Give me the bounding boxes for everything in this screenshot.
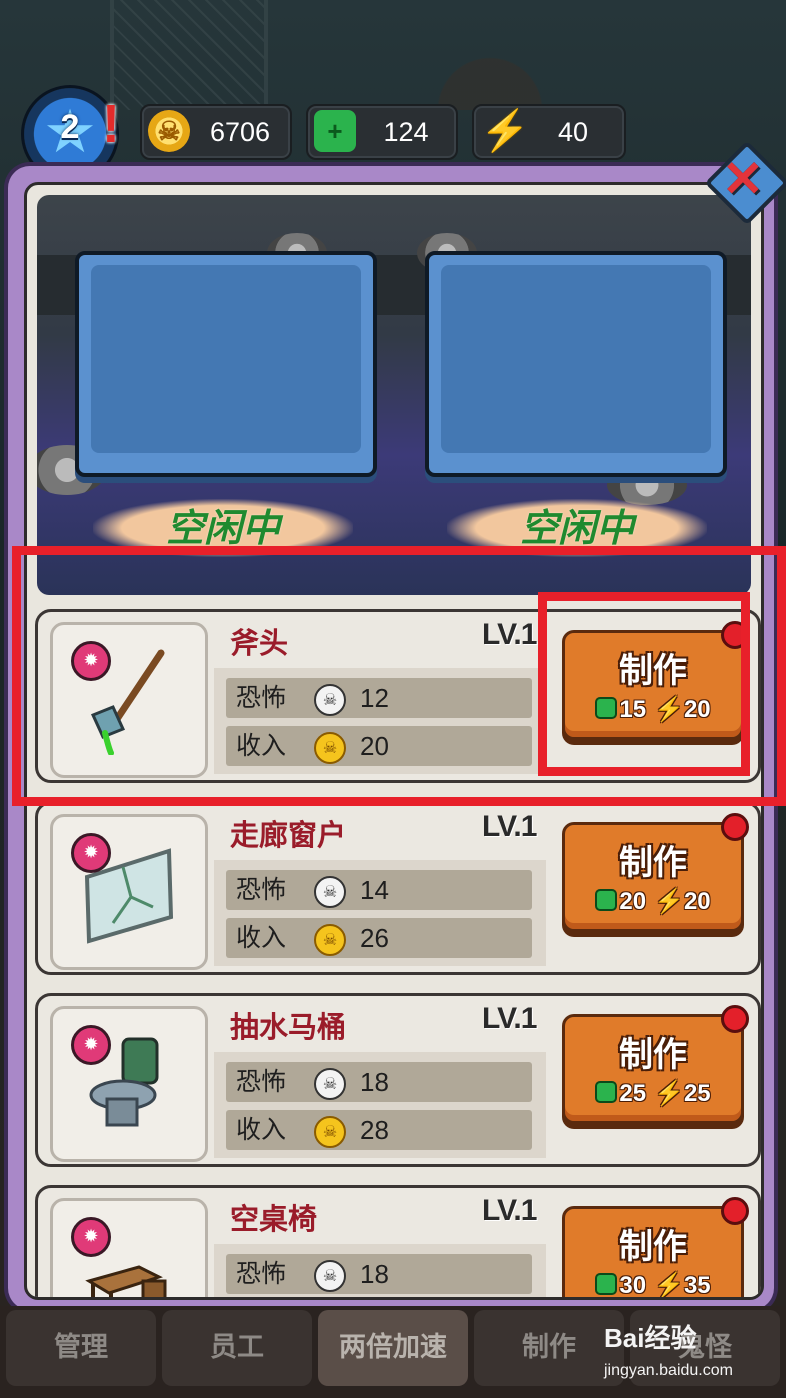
coin-icon: ☠	[314, 1116, 346, 1148]
craft-button-label: 制作	[619, 843, 687, 883]
energy-cost: 20	[683, 888, 711, 915]
craft-slot-2[interactable]	[425, 251, 727, 477]
tab-manage[interactable]: 管理	[6, 1310, 156, 1386]
lightning-icon: ⚡	[654, 1080, 684, 1107]
fear-stat: 恐怖 ☠ 18	[226, 1254, 532, 1294]
bug-badge-icon: ✹	[71, 1217, 111, 1257]
item-level: LV.1	[482, 1194, 537, 1227]
close-button[interactable]: ✕	[704, 140, 786, 226]
skull-icon: ☠	[314, 876, 346, 908]
gem-icon	[595, 1081, 618, 1103]
gem-icon	[595, 1273, 618, 1295]
fear-label: 恐怖	[236, 1067, 287, 1096]
dead-tree	[360, 0, 620, 110]
coin-counter[interactable]: ☠ 6706	[140, 104, 292, 160]
tab-double-speed[interactable]: 两倍加速	[318, 1310, 468, 1386]
lightning-icon: ⚡	[480, 109, 530, 153]
item-thumbnail[interactable]: ✹	[50, 1006, 208, 1162]
baidu-watermark: Bai经验 jingyan.baidu.com	[600, 1318, 786, 1392]
craft-slot-1[interactable]	[75, 251, 377, 477]
gem-plus-icon: +	[314, 110, 356, 152]
fear-value: 18	[360, 1067, 389, 1097]
item-row-desk-chair: ✹ 空桌椅 LV.1 恐怖 ☠ 18 制作 30 ⚡35	[35, 1185, 761, 1299]
income-stat: 收入 ☠ 28	[226, 1110, 532, 1150]
income-label: 收入	[236, 1115, 287, 1144]
craft-button-label: 制作	[619, 1227, 687, 1267]
lightning-icon: ⚡	[654, 888, 684, 915]
energy-cost: 35	[683, 1272, 711, 1299]
item-row-window: ✹ 走廊窗户 LV.1 恐怖 ☠ 14 收入 ☠ 26 制作 20 ⚡20	[35, 801, 761, 975]
income-value: 28	[360, 1115, 389, 1145]
alert-icon: !	[102, 94, 120, 154]
watermark-brand: Bai经验	[604, 1323, 697, 1353]
close-icon: ✕	[722, 151, 764, 207]
bug-badge-icon: ✹	[71, 833, 111, 873]
bug-badge-icon: ✹	[71, 641, 111, 681]
gem-icon	[595, 889, 618, 911]
craft-slot-screen	[91, 265, 361, 453]
income-label: 收入	[236, 923, 287, 952]
coin-value: 6706	[209, 117, 271, 147]
workshop-scene: 空闲中 空闲中	[37, 195, 751, 595]
skull-coin-icon: ☠	[148, 110, 190, 152]
gem-cost: 30	[619, 1272, 647, 1299]
craft-cost: 25 ⚡25	[565, 1079, 741, 1108]
item-thumbnail[interactable]: ✹	[50, 814, 208, 970]
watermark-url: jingyan.baidu.com	[604, 1362, 733, 1379]
fear-label: 恐怖	[236, 875, 287, 904]
notification-dot	[721, 1005, 749, 1033]
gem-cost: 20	[619, 888, 647, 915]
craft-button[interactable]: 制作 25 ⚡25	[562, 1005, 749, 1124]
gem-value: 124	[383, 117, 429, 147]
craft-cost: 20 ⚡20	[565, 887, 741, 916]
notification-dot	[721, 1197, 749, 1225]
gem-counter[interactable]: + 124	[306, 104, 458, 160]
income-stat: 收入 ☠ 26	[226, 918, 532, 958]
craft-button-label: 制作	[619, 1035, 687, 1075]
fear-label: 恐怖	[236, 1259, 287, 1288]
item-name: 抽水马桶	[230, 1010, 347, 1044]
notification-dot	[721, 813, 749, 841]
craft-button[interactable]: 制作 30 ⚡35	[562, 1197, 749, 1299]
fear-stat: 恐怖 ☠ 14	[226, 870, 532, 910]
fear-value: 18	[360, 1259, 389, 1289]
item-stats: 恐怖 ☠ 18 收入 ☠ 28	[214, 1052, 546, 1158]
income-value: 26	[360, 923, 389, 953]
item-level: LV.1	[482, 1002, 537, 1035]
item-stats: 恐怖 ☠ 18	[214, 1244, 546, 1297]
craft-button[interactable]: 制作 20 ⚡20	[562, 813, 749, 932]
fear-stat: 恐怖 ☠ 18	[226, 1062, 532, 1102]
item-stats: 恐怖 ☠ 14 收入 ☠ 26	[214, 860, 546, 966]
skull-icon: ☠	[314, 1068, 346, 1100]
highlight-box-craft-button	[538, 592, 750, 776]
energy-counter[interactable]: ⚡ 40	[472, 104, 626, 160]
energy-value: 40	[557, 117, 589, 147]
energy-cost: 25	[683, 1080, 711, 1107]
craft-cost: 30 ⚡35	[565, 1271, 741, 1299]
lightning-icon: ⚡	[654, 1272, 684, 1299]
bug-badge-icon: ✹	[71, 1025, 111, 1065]
tab-staff[interactable]: 员工	[162, 1310, 312, 1386]
item-name: 空桌椅	[230, 1202, 318, 1236]
fear-value: 14	[360, 875, 389, 905]
item-thumbnail[interactable]: ✹	[50, 1198, 208, 1297]
craft-slot-screen	[441, 265, 711, 453]
item-row-toilet: ✹ 抽水马桶 LV.1 恐怖 ☠ 18 收入 ☠ 28 制作 25 ⚡25	[35, 993, 761, 1167]
tower-structure	[110, 0, 268, 110]
skull-icon: ☠	[314, 1260, 346, 1292]
gem-cost: 25	[619, 1080, 647, 1107]
item-level: LV.1	[482, 810, 537, 843]
item-name: 走廊窗户	[230, 818, 347, 852]
coin-icon: ☠	[314, 924, 346, 956]
